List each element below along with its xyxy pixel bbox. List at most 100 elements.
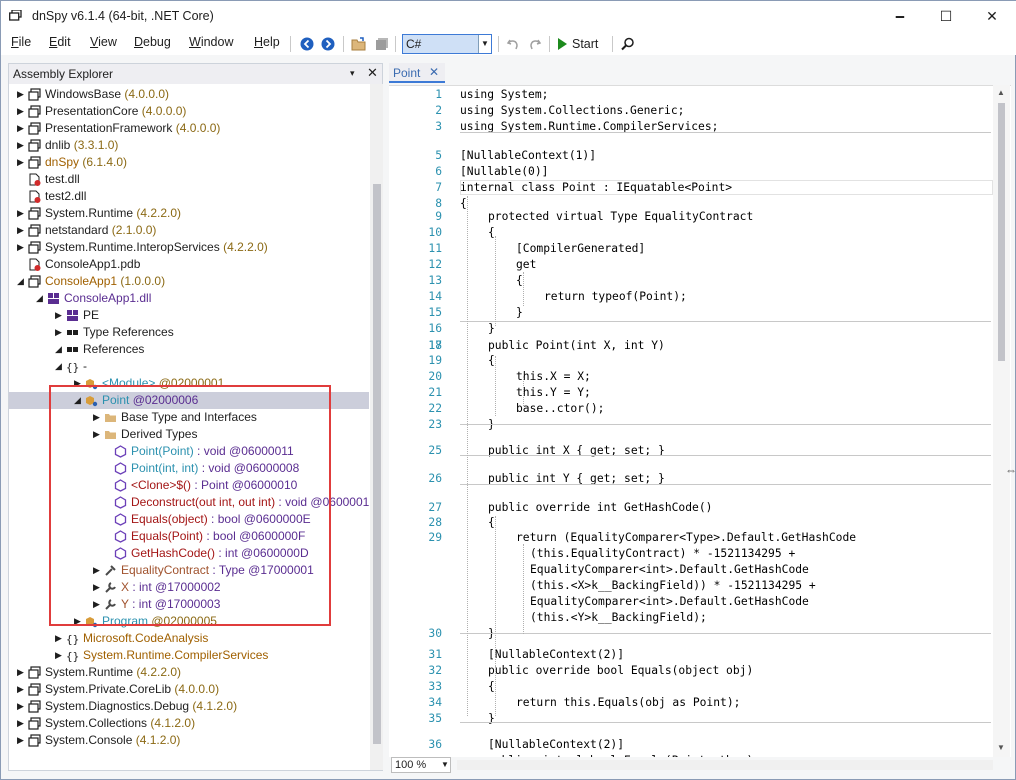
open-folder-icon[interactable] [350,35,368,53]
expand-icon[interactable]: ▶ [54,309,63,321]
tree-node[interactable]: ▶ System.Runtime (4.2.2.0) [9,664,369,681]
forward-icon[interactable] [319,35,337,53]
tree-node[interactable]: ▶ System.Collections (4.1.2.0) [9,715,369,732]
expand-icon[interactable]: ▶ [54,632,63,644]
redo-icon[interactable] [526,35,544,53]
expand-icon[interactable]: ▶ [16,700,25,712]
expand-icon[interactable]: ▶ [16,666,25,678]
tree-node[interactable]: test.dll [9,171,369,188]
node-detail: (4.1.2.0) [132,733,181,747]
menu-help[interactable]: Help [254,35,280,49]
close-button[interactable]: ✕ [969,1,1015,32]
tree-node[interactable]: ▶ PE [9,307,369,324]
editor-scrollbar[interactable]: ▲ ▼ [993,85,1010,757]
collapse-icon[interactable]: ◢ [35,292,44,304]
menu-debug[interactable]: Debug [134,35,171,49]
member-separator [460,484,991,485]
tab-close-icon[interactable]: ✕ [429,65,439,79]
maximize-button[interactable]: ☐ [923,1,969,32]
tree-node[interactable]: ▶ PresentationCore (4.0.0.0) [9,103,369,120]
panel-close-icon[interactable]: ✕ [367,65,378,81]
tree-node[interactable]: ◢ References [9,341,369,358]
line-number: 8 [435,197,442,210]
tree-node[interactable]: ▶ System.Runtime.InteropServices (4.2.2.0… [9,239,369,256]
undo-icon[interactable] [504,35,522,53]
scrollbar-thumb[interactable] [998,103,1005,361]
collapse-icon[interactable]: ◢ [16,275,25,287]
expand-icon[interactable]: ▶ [16,717,25,729]
expand-icon[interactable]: ▶ [16,241,25,253]
node-detail: (4.1.2.0) [189,699,238,713]
search-icon[interactable] [619,35,637,53]
code-editor[interactable]: 1 using System; 2 using System.Collections.… [389,85,1011,757]
node-name: Microsoft.CodeAnalysis [83,631,209,645]
asm-icon [28,105,41,118]
zoom-select[interactable]: 100 % ▼ [391,757,451,773]
scroll-down-icon[interactable]: ▼ [997,743,1005,752]
tree-node[interactable]: ▶ WindowsBase (4.0.0.0) [9,86,369,103]
menu-view[interactable]: View [90,35,117,49]
tree-node[interactable]: ◢{} - [9,358,369,375]
tree-node[interactable]: ▶ dnSpy (6.1.4.0) [9,154,369,171]
code-text: { [488,354,495,367]
horizontal-scrollbar[interactable] [457,760,993,770]
tree-node[interactable]: ConsoleApp1.pdb [9,256,369,273]
start-button[interactable]: Start [557,35,598,53]
tree-node[interactable]: ▶ System.Private.CoreLib (4.0.0.0) [9,681,369,698]
tree-node[interactable]: ◢ ConsoleApp1.dll [9,290,369,307]
line-number: 15 [428,306,442,319]
back-icon[interactable] [298,35,316,53]
tree-node[interactable]: ▶ netstandard (2.1.0.0) [9,222,369,239]
minimize-button[interactable]: 🗕 [877,1,923,32]
tree-node[interactable]: ▶ dnlib (3.3.1.0) [9,137,369,154]
expand-icon[interactable]: ▶ [54,326,63,338]
menu-file[interactable]: File [11,35,31,49]
tree-node[interactable]: test2.dll [9,188,369,205]
asm-icon [28,275,41,288]
line-number: 10 [428,226,442,239]
explorer-scrollbar[interactable] [370,84,383,770]
tree-node[interactable]: ▶{} System.Runtime.CompilerServices [9,647,369,664]
menu-window[interactable]: Window [189,35,233,49]
splitter-icon[interactable]: ⇔ [1005,463,1016,477]
asm-icon [28,88,41,101]
scrollbar-thumb[interactable] [373,184,381,744]
expand-icon[interactable]: ▶ [16,156,25,168]
expand-icon[interactable]: ▶ [16,207,25,219]
tree-node[interactable]: ▶ System.Diagnostics.Debug (4.1.2.0) [9,698,369,715]
expand-icon[interactable]: ▶ [54,649,63,661]
expand-icon[interactable]: ▶ [16,105,25,117]
tab-point[interactable]: Point ✕ [389,63,445,83]
code-line: EqualityComparer<int>.Default.GetHashCod… [389,595,989,610]
expand-icon[interactable]: ▶ [16,734,25,746]
node-detail: (4.0.0.0) [172,121,221,135]
code-text: public override bool Equals(object obj) [488,664,754,677]
tree-node[interactable]: ▶ Type References [9,324,369,341]
panel-dropdown-icon[interactable]: ▾ [350,68,355,79]
chevron-down-icon[interactable]: ▼ [441,760,449,769]
language-select[interactable]: C# ▼ [402,34,492,54]
code-line: 23} [389,418,989,433]
code-text: public Point(int X, int Y) [488,339,665,352]
expand-icon[interactable]: ▶ [16,122,25,134]
expand-icon[interactable]: ▶ [16,224,25,236]
save-all-icon[interactable] [373,35,391,53]
scroll-up-icon[interactable]: ▲ [997,88,1005,97]
menu-edit[interactable]: Edit [49,35,71,49]
code-line: 5 [NullableContext(1)] [389,149,989,164]
tree-node[interactable]: ▶ System.Console (4.1.2.0) [9,732,369,749]
tree-node[interactable]: ▶{} Microsoft.CodeAnalysis [9,630,369,647]
line-number: 1 [435,88,442,101]
collapse-icon[interactable]: ◢ [54,360,63,372]
tree-node[interactable]: ◢ ConsoleApp1 (1.0.0.0) [9,273,369,290]
tree-node[interactable]: ▶ PresentationFramework (4.0.0.0) [9,120,369,137]
collapse-icon[interactable]: ◢ [54,343,63,355]
expand-icon[interactable]: ▶ [16,139,25,151]
code-text: EqualityComparer<int>.Default.GetHashCod… [530,595,809,608]
expand-icon[interactable]: ▶ [16,88,25,100]
chevron-down-icon[interactable]: ▼ [478,35,491,53]
line-number: 21 [428,386,442,399]
asm-icon [28,683,41,696]
tree-node[interactable]: ▶ System.Runtime (4.2.2.0) [9,205,369,222]
expand-icon[interactable]: ▶ [16,683,25,695]
